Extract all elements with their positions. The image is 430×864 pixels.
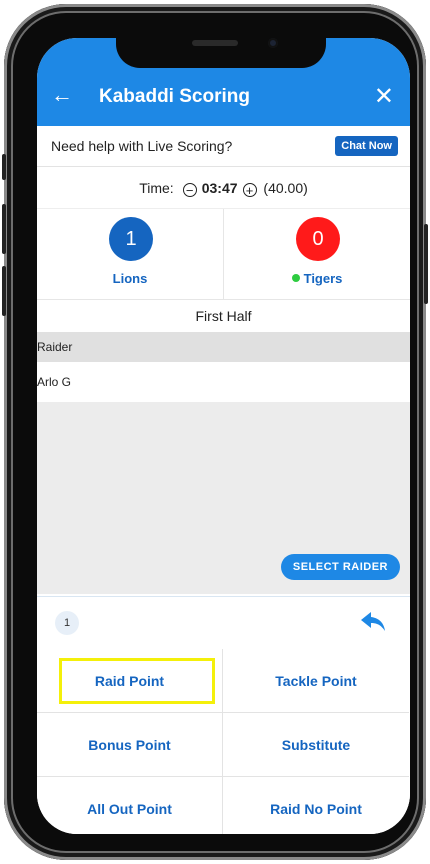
- raid-count-strip: 1: [37, 596, 410, 650]
- tackle-point-button[interactable]: Tackle Point: [223, 649, 409, 713]
- raider-header: Raider: [37, 332, 410, 362]
- teams-panel: 1 Lions 0 Tigers: [37, 208, 410, 299]
- undo-icon[interactable]: [360, 611, 386, 633]
- plus-circle-icon[interactable]: +: [242, 183, 257, 197]
- action-label: Bonus Point: [88, 737, 171, 753]
- action-label: Tackle Point: [275, 673, 357, 689]
- match-timer: Time: −03:47 + (40.00): [37, 168, 410, 208]
- team-lions[interactable]: 1 Lions: [37, 209, 224, 299]
- raider-name[interactable]: Arlo G: [37, 362, 410, 402]
- team-tigers[interactable]: 0 Tigers: [224, 209, 410, 299]
- select-raider-button[interactable]: SELECT RAIDER: [280, 554, 400, 580]
- team-name: Tigers: [303, 271, 343, 286]
- back-arrow-icon[interactable]: ←: [51, 84, 73, 106]
- active-dot-icon: [291, 274, 300, 282]
- camera-icon: [268, 38, 278, 48]
- bonus-point-button[interactable]: Bonus Point: [37, 713, 223, 777]
- team-name-row: Tigers: [224, 271, 410, 286]
- phone-notch: [116, 30, 326, 68]
- help-text: Need help with Live Scoring?: [51, 138, 233, 154]
- team-score: 0: [296, 217, 340, 261]
- team-score: 1: [109, 217, 153, 261]
- period-label: First Half: [37, 299, 410, 333]
- phone-frame: ← Kabaddi Scoring ✕ Need help with Live …: [2, 4, 428, 860]
- action-label: All Out Point: [87, 801, 172, 817]
- all-out-point-button[interactable]: All Out Point: [37, 777, 223, 834]
- raid-no-point-button[interactable]: Raid No Point: [223, 777, 409, 834]
- volume-up-button: [2, 204, 6, 254]
- substitute-button[interactable]: Substitute: [223, 713, 409, 777]
- timer-total: (40.00): [263, 180, 308, 196]
- action-grid: Raid Point Tackle Point Bonus Point Subs…: [37, 649, 410, 834]
- page-title: Kabaddi Scoring: [99, 86, 250, 107]
- action-label: Raid No Point: [270, 801, 362, 817]
- speaker-grille: [192, 40, 238, 46]
- chat-now-button[interactable]: Chat Now: [335, 136, 398, 156]
- close-icon[interactable]: ✕: [374, 82, 394, 111]
- action-label: Raid Point: [94, 673, 165, 689]
- raid-point-button[interactable]: Raid Point: [37, 649, 223, 713]
- raider-panel: Raider Arlo G SELECT RAIDER: [37, 332, 410, 594]
- screen: ← Kabaddi Scoring ✕ Need help with Live …: [37, 38, 410, 834]
- mute-switch: [2, 154, 6, 180]
- raid-count-badge[interactable]: 1: [55, 611, 79, 635]
- help-bar: Need help with Live Scoring? Chat Now: [37, 126, 410, 167]
- minus-circle-icon[interactable]: −: [182, 183, 197, 197]
- volume-down-button: [2, 266, 6, 316]
- action-label: Substitute: [281, 737, 351, 753]
- team-name: Lions: [112, 271, 148, 286]
- timer-value: 03:47: [201, 180, 238, 196]
- power-button: [424, 224, 428, 304]
- timer-label: Time:: [139, 180, 174, 196]
